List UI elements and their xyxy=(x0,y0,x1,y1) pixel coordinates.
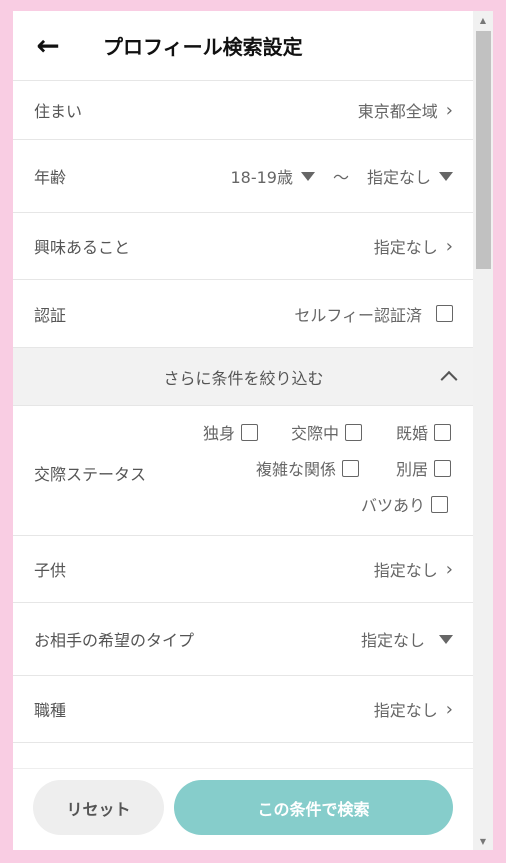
scroll-up-icon[interactable]: ▲ xyxy=(473,11,493,29)
children-label: 子供 xyxy=(34,561,67,580)
dating-checkbox[interactable] xyxy=(345,423,363,441)
age-max-value: 指定なし xyxy=(366,168,431,187)
row-age: 年齢 18-19歳 〜 指定なし xyxy=(13,140,473,213)
row-occupation[interactable]: 職種 指定なし › xyxy=(13,676,473,743)
divorced-checkbox[interactable] xyxy=(431,495,449,513)
reset-button[interactable]: リセット xyxy=(33,780,164,835)
back-arrow-icon[interactable]: ← xyxy=(13,11,83,81)
scrollbar-thumb[interactable] xyxy=(476,31,491,269)
selfie-verified-checkbox[interactable] xyxy=(436,305,453,322)
occupation-label: 職種 xyxy=(34,701,67,720)
age-min-select[interactable]: 18-19歳 xyxy=(230,164,315,188)
complicated-checkbox[interactable] xyxy=(342,459,360,477)
married-checkbox[interactable] xyxy=(434,423,452,441)
option-single[interactable]: 独身 xyxy=(203,420,259,444)
chevron-right-icon: › xyxy=(445,99,453,121)
row-children[interactable]: 子供 指定なし › xyxy=(13,536,473,603)
chevron-up-icon xyxy=(440,370,458,388)
occupation-value: 指定なし xyxy=(373,701,438,720)
chevron-right-icon: › xyxy=(445,558,453,580)
residence-value: 東京都全域 xyxy=(357,102,438,121)
interests-label: 興味あること xyxy=(34,238,131,257)
row-residence[interactable]: 住まい 東京都全域 › xyxy=(13,81,473,140)
row-interests[interactable]: 興味あること 指定なし › xyxy=(13,213,473,280)
footer-actions: リセット この条件で検索 xyxy=(13,768,473,850)
age-max-select[interactable]: 指定なし xyxy=(367,164,453,188)
partner-type-value: 指定なし xyxy=(360,631,425,650)
refine-label: さらに条件を絞り込む xyxy=(163,368,324,388)
search-button[interactable]: この条件で検索 xyxy=(174,780,453,835)
option-dating[interactable]: 交際中 xyxy=(291,420,363,444)
children-value: 指定なし xyxy=(373,561,438,580)
chevron-right-icon: › xyxy=(445,698,453,720)
row-partner-type[interactable]: お相手の希望のタイプ 指定なし xyxy=(13,603,473,676)
single-checkbox[interactable] xyxy=(241,423,259,441)
chevron-right-icon: › xyxy=(445,235,453,257)
scrollbar[interactable]: ▲ ▼ xyxy=(473,11,493,850)
caret-down-icon xyxy=(300,171,315,181)
age-min-value: 18-19歳 xyxy=(230,168,293,187)
refine-section-toggle[interactable]: さらに条件を絞り込む xyxy=(13,348,473,406)
caret-down-icon xyxy=(439,171,453,181)
search-settings-panel: ← プロフィール検索設定 住まい 東京都全域 › 年齢 18-19歳 〜 指定な… xyxy=(13,11,473,850)
interests-value: 指定なし xyxy=(373,238,438,257)
residence-label: 住まい xyxy=(34,102,83,121)
separated-checkbox[interactable] xyxy=(434,459,452,477)
caret-down-icon xyxy=(439,634,453,644)
page-title: プロフィール検索設定 xyxy=(103,35,303,59)
age-separator: 〜 xyxy=(332,168,349,187)
option-separated[interactable]: 別居 xyxy=(396,456,452,480)
scroll-down-icon[interactable]: ▼ xyxy=(473,832,493,850)
partner-type-label: お相手の希望のタイプ xyxy=(34,631,195,650)
option-complicated[interactable]: 複雑な関係 xyxy=(256,456,360,480)
relationship-label: 交際ステータス xyxy=(34,465,147,484)
age-label: 年齢 xyxy=(34,168,67,187)
option-married[interactable]: 既婚 xyxy=(396,420,452,444)
row-relationship-status: 交際ステータス 独身 交際中 既婚 複雑な関係 別居 バツあり xyxy=(13,406,473,536)
option-divorced[interactable]: バツあり xyxy=(361,492,449,516)
header: ← プロフィール検索設定 xyxy=(13,11,473,81)
selfie-verified-label: セルフィー認証済 xyxy=(294,305,422,325)
verification-label: 認証 xyxy=(34,305,67,325)
row-verification: 認証 セルフィー認証済 xyxy=(13,280,473,348)
